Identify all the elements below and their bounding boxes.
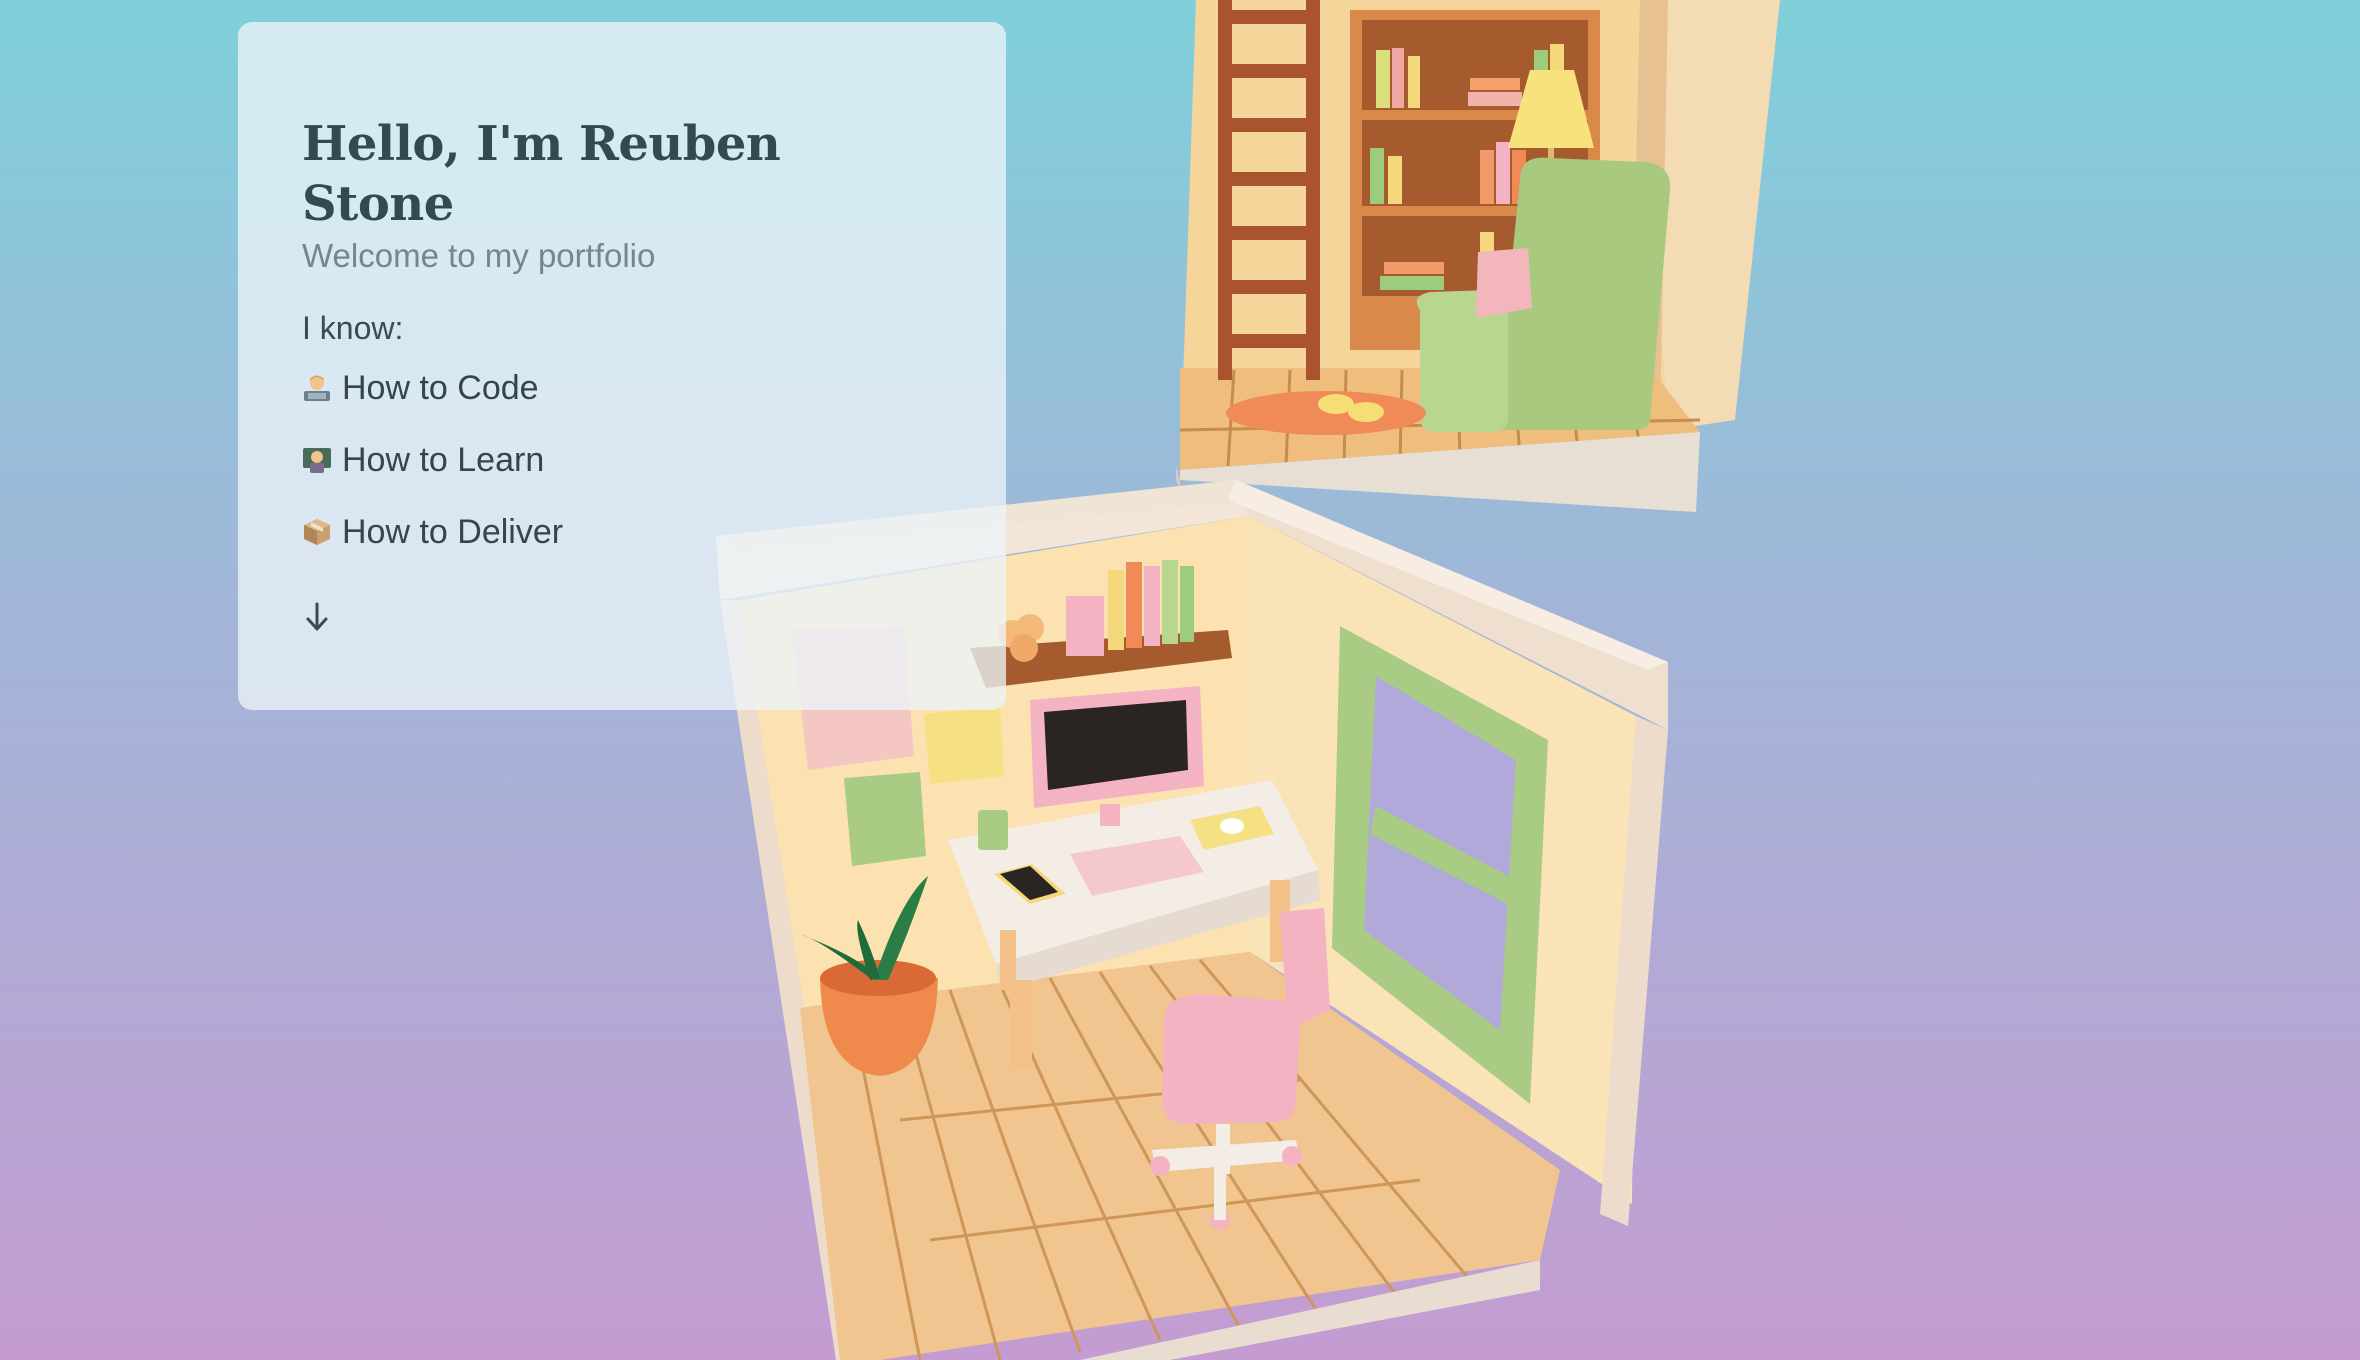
- skill-label: How to Code: [342, 368, 539, 407]
- skill-item-deliver: How to Deliver: [302, 508, 942, 556]
- skill-item-learn: How to Learn: [302, 436, 942, 484]
- skill-item-code: How to Code: [302, 364, 942, 412]
- technologist-icon: [304, 375, 330, 401]
- skills-list: How to Code How to Learn How to Deliver: [302, 364, 942, 556]
- intro-card: Hello, I'm Reuben Stone Welcome to my po…: [238, 22, 1006, 710]
- package-icon: [304, 519, 330, 545]
- skill-label: How to Learn: [342, 440, 545, 479]
- page-title: Hello, I'm Reuben Stone: [302, 116, 781, 232]
- upper-room: [1176, 0, 1780, 512]
- skills-heading: I know:: [302, 310, 404, 346]
- teacher-icon: [303, 448, 331, 473]
- page-subtitle: Welcome to my portfolio: [302, 237, 656, 274]
- arrow-down-icon[interactable]: [302, 600, 332, 634]
- skill-label: How to Deliver: [342, 512, 564, 551]
